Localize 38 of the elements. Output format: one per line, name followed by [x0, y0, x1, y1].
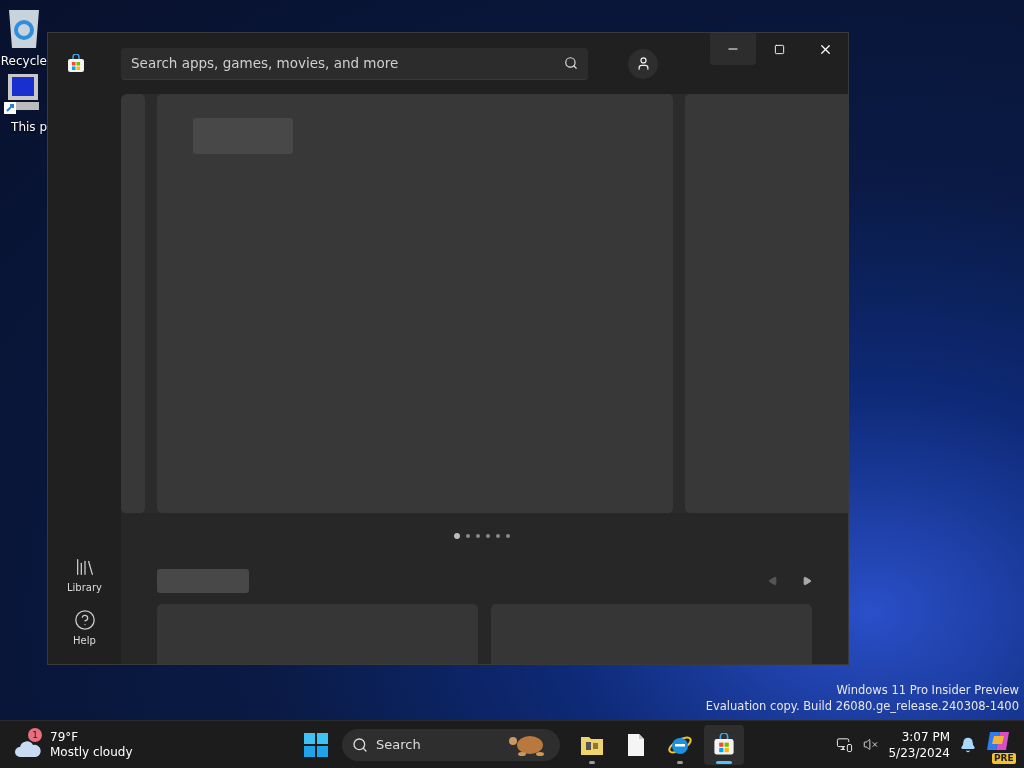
network-icon[interactable]: [836, 736, 854, 753]
preview-badge: PRE: [992, 752, 1016, 764]
person-icon: [635, 56, 651, 71]
carousel-dot[interactable]: [496, 534, 500, 538]
carousel-dot[interactable]: [454, 533, 460, 539]
search-icon: [564, 56, 578, 70]
carousel-dot[interactable]: [486, 534, 490, 538]
build-info-text: Windows 11 Pro Insider Preview: [836, 682, 1019, 698]
notification-badge: 1: [28, 727, 42, 742]
help-icon: [73, 609, 96, 631]
desktop-icon-label[interactable]: Recycle: [0, 54, 47, 68]
left-triangle-icon: [768, 576, 778, 586]
next-button[interactable]: [802, 576, 812, 586]
clock-time[interactable]: 3:07 PM: [901, 728, 950, 745]
temperature-text: 79°F: [50, 729, 80, 745]
build-info-text: Evaluation copy. Build 26080.ge_release.240308-1400: [705, 698, 1019, 714]
right-triangle-icon: [802, 576, 812, 586]
bell-icon[interactable]: [960, 736, 976, 753]
document-icon: [626, 732, 646, 757]
store-logo-icon: [66, 53, 86, 74]
muted-speaker-icon[interactable]: [863, 737, 879, 752]
taskbar-app-button[interactable]: [704, 724, 744, 765]
clock-date[interactable]: 5/23/2024: [888, 744, 950, 761]
weather-condition-text: Mostly cloudy: [50, 744, 133, 760]
nav-item[interactable]: Library: [67, 556, 102, 593]
search-field[interactable]: Search apps, games, movies, and more: [121, 47, 588, 80]
desktop-icon-label[interactable]: This p: [11, 120, 47, 134]
windows-logo-icon: [304, 732, 328, 757]
carousel-dot[interactable]: [466, 534, 470, 538]
account-button[interactable]: [628, 48, 658, 79]
maximize-icon: [773, 43, 785, 55]
carousel-dot[interactable]: [476, 534, 480, 538]
store-bag-icon: [712, 732, 736, 757]
copilot-logo-icon: [986, 729, 1010, 752]
taskbar-search-field[interactable]: Search: [342, 728, 560, 761]
nav-item[interactable]: Help: [73, 609, 96, 646]
carousel-dot[interactable]: [506, 534, 510, 538]
search-icon: [352, 736, 368, 753]
